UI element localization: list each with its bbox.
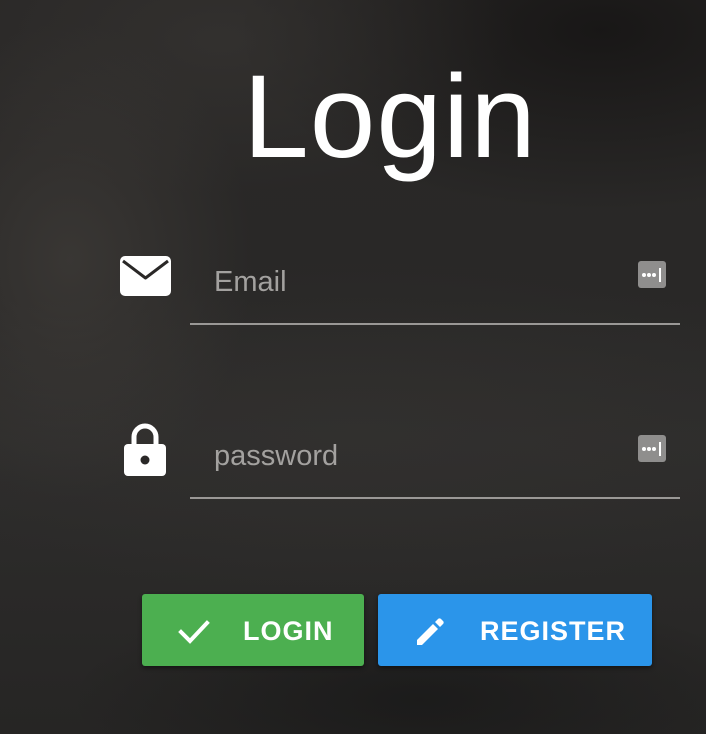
lock-icon [124, 423, 166, 476]
email-field[interactable] [212, 261, 616, 303]
password-manager-key-icon[interactable] [638, 261, 666, 288]
check-icon [178, 620, 210, 644]
password-field[interactable] [212, 435, 616, 477]
email-field-container [190, 243, 680, 325]
pencil-icon [417, 618, 444, 645]
envelope-icon [120, 256, 171, 296]
register-button[interactable]: REGISTER [378, 594, 652, 666]
page-title: Login [243, 51, 537, 183]
login-button[interactable]: LOGIN [142, 594, 364, 666]
password-manager-key-icon[interactable] [638, 435, 666, 462]
login-button-label: LOGIN [243, 616, 334, 646]
register-button-label: REGISTER [480, 616, 627, 646]
password-field-container [190, 417, 680, 499]
